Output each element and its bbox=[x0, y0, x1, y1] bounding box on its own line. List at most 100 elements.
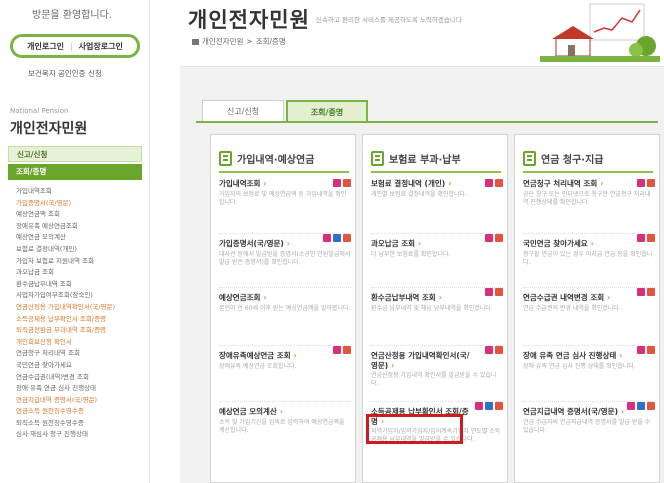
sidebar-menu-item[interactable]: 장애·유족 연금 심사 진행상태 bbox=[16, 383, 146, 395]
print-icon[interactable] bbox=[647, 346, 655, 354]
breadcrumb-current: 조회/증명 bbox=[255, 37, 286, 46]
document-icon[interactable] bbox=[333, 179, 341, 187]
document-icon[interactable] bbox=[475, 402, 483, 410]
service-title-link[interactable]: 과오납금 조회 › bbox=[371, 239, 503, 249]
service-title-link[interactable]: 예상연금 모의계산 › bbox=[219, 407, 351, 417]
sidebar-menu-item[interactable]: 예상연금 모의계산 bbox=[16, 232, 146, 244]
sidebar-menu-item[interactable]: 연금지급내역 증명서(국/영문) bbox=[16, 395, 146, 407]
service-description: 가입자의 보험료 및 예상연금액 등 가입내역을 확인합니다. bbox=[219, 190, 347, 206]
service-title-link[interactable]: 국민연금 찾아가세요 › bbox=[523, 239, 655, 249]
mobile-icon[interactable] bbox=[485, 402, 493, 410]
service-item[interactable]: 가입내역조회 › 가입자의 보험료 및 예상연금액 등 가입내역을 확인합니다. bbox=[219, 179, 351, 207]
sidebar-tab-apply[interactable]: 신고/신청 bbox=[8, 146, 142, 162]
service-item[interactable]: 연금청구 처리내역 조회 › 공단 창구 또는 인터넷으로 청구한 연금청구 처리내… bbox=[523, 179, 655, 207]
service-item[interactable]: 가입증명서(국/영문) › 대사관 등에서 발급받을 증명서(소공인 민원발급에서 … bbox=[219, 233, 351, 267]
print-icon[interactable] bbox=[647, 402, 655, 410]
service-title-link[interactable]: 가입내역조회 › bbox=[219, 179, 351, 189]
service-item[interactable]: 환수금납부내역 조회 › 환수금 납부내역 및 체납 납부내역을 확인합니다. bbox=[371, 287, 503, 313]
print-icon[interactable] bbox=[647, 234, 655, 242]
document-icon[interactable] bbox=[637, 234, 645, 242]
chevron-right-icon: › bbox=[621, 407, 625, 416]
service-title-link[interactable]: 보험료 결정내역 (개인) › bbox=[371, 179, 503, 189]
checklist-icon bbox=[219, 150, 232, 166]
personal-login-link[interactable]: 개인로그인 bbox=[27, 41, 64, 52]
tab-apply[interactable]: 신고/신청 bbox=[202, 100, 284, 122]
service-title-link[interactable]: 환수금납부내역 조회 › bbox=[371, 293, 503, 303]
service-title-link[interactable]: 연금수급권 내역변경 조회 › bbox=[523, 293, 655, 303]
sidebar-menu-item[interactable]: 예상연금액 조회 bbox=[16, 209, 146, 221]
service-item[interactable]: 연금수급권 내역변경 조회 › 연금 수급권의 변경 내역을 확인합니다. bbox=[523, 287, 655, 313]
tab-inquiry[interactable]: 조회/증명 bbox=[286, 100, 368, 122]
mobile-icon[interactable] bbox=[333, 234, 341, 242]
print-icon[interactable] bbox=[647, 288, 655, 296]
service-item[interactable]: 국민연금 찾아가세요 › 청구할 연금이 있는 경우 미지급 연금 등을 확인합니다… bbox=[523, 233, 655, 267]
document-icon[interactable] bbox=[485, 234, 493, 242]
breadcrumb-item[interactable]: 개인전자민원 bbox=[202, 36, 243, 47]
service-item[interactable]: 예상연금조회 › 본인이 만 60세 이후 받는 예상연금액을 알아봅니다. bbox=[219, 287, 351, 313]
sidebar-menu-item[interactable]: 개인회보신청 확인서 bbox=[16, 337, 146, 349]
home-icon[interactable] bbox=[192, 38, 199, 45]
service-item[interactable]: 장애유족예상연금 조회 › 장애유족 예상연금 조회합니다. bbox=[219, 345, 351, 371]
service-title-link[interactable]: 장애 유족 연금 심사 진행상태 › bbox=[523, 351, 655, 361]
sidebar-menu-item[interactable]: 과오납금 조회 bbox=[16, 267, 146, 279]
document-icon[interactable] bbox=[485, 179, 493, 187]
document-icon[interactable] bbox=[637, 346, 645, 354]
service-title-link[interactable]: 연금산정용 가입내역확인서(국/영문) › bbox=[371, 351, 503, 370]
service-item[interactable]: 보험료 결정내역 (개인) › 개인별 보험료 결정내역을 확인합니다. bbox=[371, 179, 503, 199]
print-icon[interactable] bbox=[495, 179, 503, 187]
sidebar-menu-item[interactable]: 사업자가입여부조회(잠숙인) bbox=[16, 290, 146, 302]
sidebar-tab-inquiry[interactable]: 조회/증명 bbox=[8, 164, 142, 180]
sidebar-menu-item[interactable]: 연금청구 처리내역 조회 bbox=[16, 348, 146, 360]
column-header: 보험료 부과·납부 bbox=[371, 145, 501, 173]
service-title-link[interactable]: 연금청구 처리내역 조회 › bbox=[523, 179, 655, 189]
sidebar-menu-item[interactable]: 퇴직소득 원천징수영수증 bbox=[16, 418, 146, 430]
service-item[interactable]: 장애 유족 연금 심사 진행상태 › 장애·유족 연금 심사 진행 상태를 확인합니… bbox=[523, 345, 655, 371]
sidebar-menu-item[interactable]: 가입증명서(국/영문) bbox=[16, 198, 146, 210]
service-title-link[interactable]: 장애유족예상연금 조회 › bbox=[219, 351, 351, 361]
sidebar-menu-item[interactable]: 가입자 보험료 지원내역 조회 bbox=[16, 256, 146, 268]
sidebar-menu-item[interactable]: 보험료 결정내역(개인) bbox=[16, 244, 146, 256]
print-icon[interactable] bbox=[343, 234, 351, 242]
sidebar-menu-item[interactable]: 가입내역조회 bbox=[16, 186, 146, 198]
sidebar-menu-item[interactable]: 연금소득 원천징수영수증 bbox=[16, 406, 146, 418]
sidebar-menu: 가입내역조회 가입증명서(국/영문) 예상연금액 조회 장애유족 예상연금조회 예상연금… bbox=[16, 186, 146, 441]
badge-group bbox=[627, 402, 655, 410]
service-column: 연금 청구·지급 연금청구 처리내역 조회 › 공단 창구 또는 인터넷으로 청구한 … bbox=[514, 134, 660, 483]
document-icon[interactable] bbox=[637, 288, 645, 296]
service-title-link[interactable]: 예상연금조회 › bbox=[219, 293, 351, 303]
column-title: 보험료 부과·납부 bbox=[389, 154, 461, 166]
service-item[interactable]: 연금지급내역 증명서(국/영문) › 연금 수급자의 연금지급내역 증명서를 발급 … bbox=[523, 401, 655, 435]
cert-apply-link[interactable]: 보건복지 공인인증 신청 bbox=[28, 68, 102, 79]
separator: | bbox=[69, 41, 73, 51]
print-icon[interactable] bbox=[343, 346, 351, 354]
sidebar-menu-item[interactable]: 심사·재심사 청구 진행상태 bbox=[16, 429, 146, 441]
sidebar-menu-item[interactable]: 연금산정용 가입내역확인서(국/영문) bbox=[16, 302, 146, 314]
print-icon[interactable] bbox=[495, 234, 503, 242]
document-icon[interactable] bbox=[333, 346, 341, 354]
print-icon[interactable] bbox=[495, 402, 503, 410]
service-item[interactable]: 연금산정용 가입내역확인서(국/영문) › 연금산정용 가입내역 확인서를 발급받을… bbox=[371, 345, 503, 388]
document-icon[interactable] bbox=[627, 402, 635, 410]
sidebar-menu-item[interactable]: 소득공제용 납부확인서 조회/증명 bbox=[16, 314, 146, 326]
print-icon[interactable] bbox=[495, 288, 503, 296]
sidebar-menu-item[interactable]: 퇴직금전환금 부과내역 조회/증명 bbox=[16, 325, 146, 337]
document-icon[interactable] bbox=[323, 234, 331, 242]
service-item[interactable]: 예상연금 모의계산 › 소득 및 가입기간을 임의로 입력하여 예상연금액을 계산합… bbox=[219, 401, 351, 435]
service-item[interactable]: 과오납금 조회 › 더 납부한 보험료를 확인합니다. bbox=[371, 233, 503, 259]
document-icon[interactable] bbox=[637, 179, 645, 187]
sidebar-menu-item[interactable]: 환수금납부내역 조회 bbox=[16, 279, 146, 291]
document-icon[interactable] bbox=[485, 346, 493, 354]
sidebar-menu-item[interactable]: 연금수급권(내역)변경 조회 bbox=[16, 372, 146, 384]
business-login-link[interactable]: 사업장로그인 bbox=[79, 41, 123, 52]
mobile-icon[interactable] bbox=[637, 402, 645, 410]
print-icon[interactable] bbox=[647, 179, 655, 187]
print-icon[interactable] bbox=[495, 346, 503, 354]
badge-group bbox=[323, 234, 351, 242]
sidebar-menu-item[interactable]: 장애유족 예상연금조회 bbox=[16, 221, 146, 233]
document-icon[interactable] bbox=[485, 288, 493, 296]
print-icon[interactable] bbox=[343, 179, 351, 187]
service-title-text: 예상연금조회 bbox=[219, 293, 261, 302]
service-description: 장애유족 예상연금 조회합니다. bbox=[219, 362, 297, 370]
badge-group bbox=[485, 288, 503, 296]
sidebar-menu-item[interactable]: 국민연금 찾아가세요 bbox=[16, 360, 146, 372]
